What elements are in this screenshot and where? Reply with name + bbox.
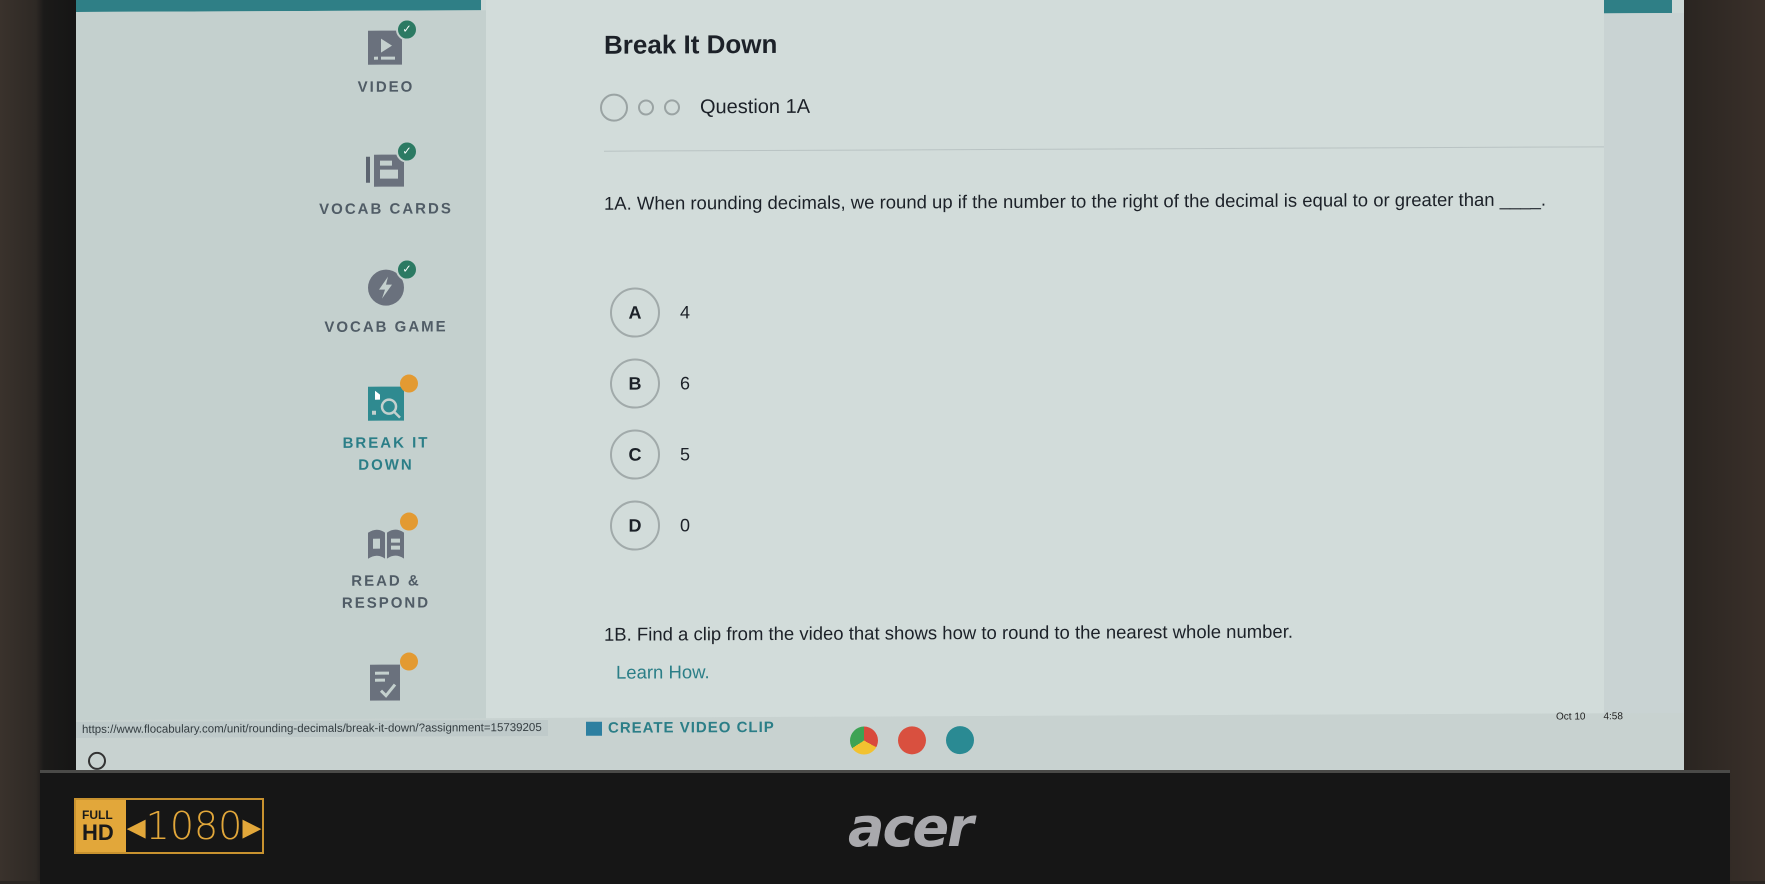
shelf-apps [850, 726, 974, 755]
create-clip-label: CREATE VIDEO CLIP [608, 718, 775, 737]
choice-a[interactable]: A 4 [610, 287, 691, 338]
question-1a-text: 1A. When rounding decimals, we round up … [604, 188, 1547, 214]
status-url: https://www.flocabulary.com/unit/roundin… [76, 719, 548, 738]
choice-letter[interactable]: D [610, 500, 660, 551]
screen: ✓ VIDEO ✓ VOCAB CARDS ✓ VOCAB GAME BREAK… [76, 0, 1684, 781]
open-book-icon [366, 512, 418, 561]
choice-value: 4 [680, 301, 691, 322]
chrome-icon[interactable] [850, 726, 878, 755]
sidebar-item-quiz[interactable] [286, 652, 486, 701]
sticker-resolution: ◂1080▸ [126, 800, 262, 852]
classroom-icon[interactable] [946, 726, 974, 755]
in-progress-dot-icon [400, 512, 418, 531]
tray-time: 4:58 [1603, 711, 1623, 723]
create-video-clip-button[interactable]: CREATE VIDEO CLIP [586, 719, 775, 737]
in-progress-dot-icon [400, 652, 418, 671]
sidebar-item-read-respond[interactable]: READ & RESPOND [286, 512, 486, 615]
tray-date: Oct 10 [1556, 711, 1586, 723]
sidebar-item-video[interactable]: ✓ VIDEO [286, 18, 486, 99]
question-panel: Break It Down Question 1A 1A. When round… [486, 0, 1604, 719]
choice-c[interactable]: C 5 [610, 429, 691, 480]
header-bar-right [1602, 0, 1672, 14]
lightning-icon: ✓ [366, 258, 418, 307]
sidebar-item-label: VOCAB CARDS [319, 200, 453, 218]
activity-sidebar: ✓ VIDEO ✓ VOCAB CARDS ✓ VOCAB GAME BREAK… [76, 10, 486, 733]
sidebar-item-break-it-down[interactable]: BREAK IT DOWN [286, 374, 486, 477]
right-gutter [1604, 12, 1684, 714]
choice-letter[interactable]: C [610, 429, 660, 480]
video-icon: ✓ [366, 18, 418, 67]
learn-how-link[interactable]: Learn How. [616, 661, 710, 683]
in-progress-dot-icon [400, 374, 418, 393]
sidebar-item-label: VIDEO [357, 78, 415, 96]
film-icon [586, 721, 602, 736]
progress-step[interactable] [664, 99, 680, 116]
checklist-icon [366, 652, 418, 701]
sidebar-item-label: READ & RESPOND [341, 572, 431, 612]
choice-d[interactable]: D 0 [610, 500, 691, 551]
sticker-hd: HD [82, 819, 114, 845]
launcher-button[interactable] [88, 751, 106, 770]
page-title: Break It Down [604, 28, 778, 60]
progress-step[interactable] [638, 99, 654, 116]
sidebar-item-vocab-cards[interactable]: ✓ VOCAB CARDS [286, 140, 486, 221]
divider [604, 146, 1604, 152]
choice-letter[interactable]: B [610, 358, 660, 409]
magnify-pointer-icon [366, 374, 418, 423]
choice-value: 0 [680, 514, 691, 535]
complete-check-icon: ✓ [396, 140, 418, 163]
question-label: Question 1A [700, 95, 811, 118]
choice-b[interactable]: B 6 [610, 358, 691, 409]
vocab-cards-icon: ✓ [366, 140, 418, 189]
complete-check-icon: ✓ [396, 258, 418, 281]
complete-check-icon: ✓ [396, 18, 418, 41]
full-hd-sticker: FULL HD ◂1080▸ [74, 798, 264, 854]
sidebar-item-label: BREAK IT DOWN [342, 434, 430, 474]
choice-letter[interactable]: A [610, 287, 660, 338]
paint-icon[interactable] [898, 726, 926, 755]
monitor-bezel-left [0, 0, 80, 881]
sidebar-item-label: VOCAB GAME [324, 318, 448, 336]
question-progress: Question 1A [600, 93, 810, 122]
brand-logo: acer [848, 796, 974, 859]
sidebar-item-vocab-game[interactable]: ✓ VOCAB GAME [286, 258, 486, 339]
choice-value: 5 [680, 443, 691, 464]
question-1b-text: 1B. Find a clip from the video that show… [604, 620, 1293, 645]
system-tray[interactable]: Oct 10 4:58 [1556, 711, 1623, 722]
progress-step-current[interactable] [600, 93, 628, 122]
choice-value: 6 [680, 372, 691, 393]
